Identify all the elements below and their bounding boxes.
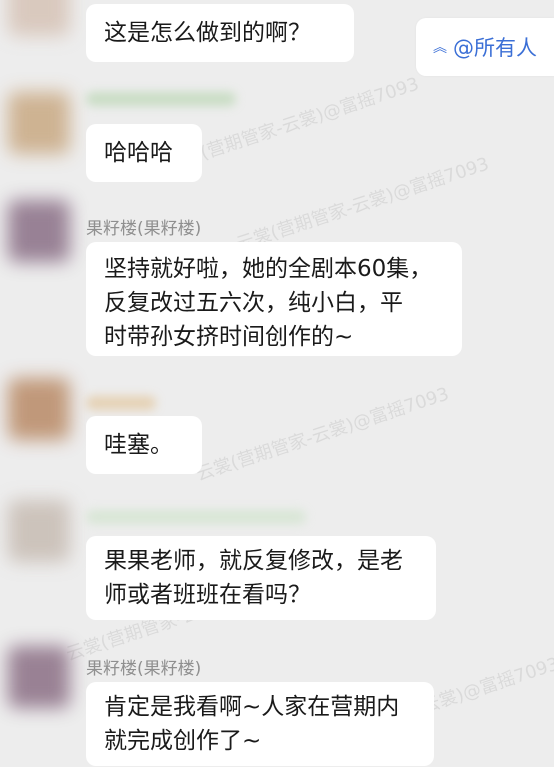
avatar[interactable]	[8, 0, 70, 36]
avatar[interactable]	[8, 378, 70, 440]
mention-all-button[interactable]: ︽ @所有人	[416, 18, 554, 76]
message-bubble[interactable]: 果果老师，就反复修改，是老 师或者班班在看吗？	[86, 536, 436, 620]
avatar[interactable]	[8, 646, 70, 708]
watermark: 云裳(营期管家-云裳)@富摇7093	[193, 383, 452, 486]
sender-name: 果籽楼(果籽楼)	[86, 219, 202, 239]
message-bubble[interactable]: 这是怎么做到的啊？	[86, 4, 354, 62]
sender-name-blurred	[86, 92, 236, 106]
mention-label: @所有人	[453, 36, 537, 60]
watermark: 云裳(营期管家-云裳)@富摇7093	[233, 153, 492, 256]
double-chevron-up-icon: ︽	[433, 40, 447, 56]
chat-screen: 云裳(营期管家-云裳)@富摇7093 云裳(营期管家-云裳)@富摇7093 云裳…	[0, 0, 554, 767]
sender-name-blurred	[86, 510, 306, 524]
sender-name: 果籽楼(果籽楼)	[86, 659, 202, 679]
sender-name-blurred	[86, 396, 156, 410]
message-bubble[interactable]: 肯定是我看啊~人家在营期内 就完成创作了~	[86, 682, 434, 766]
message-bubble[interactable]: 哈哈哈	[86, 124, 202, 182]
avatar[interactable]	[8, 200, 70, 262]
message-bubble[interactable]: 哇塞。	[86, 416, 202, 474]
message-bubble[interactable]: 坚持就好啦，她的全剧本60集， 反复改过五六次，纯小白，平 时带孙女挤时间创作的…	[86, 242, 462, 356]
avatar[interactable]	[8, 500, 70, 562]
avatar[interactable]	[8, 92, 70, 154]
